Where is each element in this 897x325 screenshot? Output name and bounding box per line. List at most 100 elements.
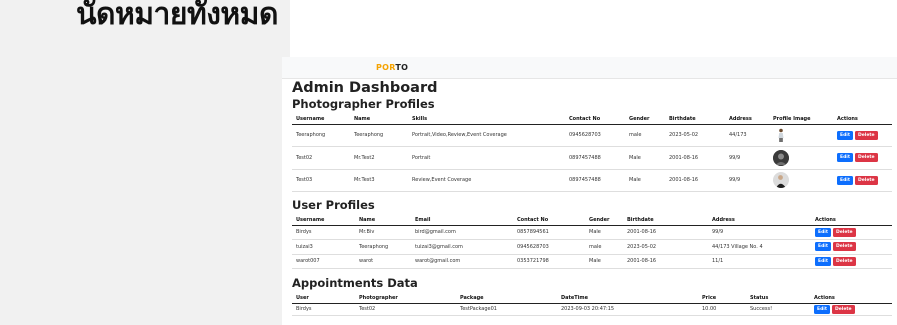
cell-username: tuizai3 [292, 239, 355, 255]
cell-actions: Edit Delete [811, 239, 892, 255]
column-header: Photographer [355, 293, 456, 304]
cell-address: 11/1 [708, 254, 811, 269]
cell-gender: Male [585, 225, 623, 240]
cell-name: Mr.Test2 [350, 146, 408, 170]
cell-email: tuizai3@gmail.com [411, 239, 513, 255]
cell-contact: 0945628703 [513, 239, 585, 255]
slide-title: นัดหมายทั้งหมด [76, 0, 278, 32]
cell-contact: 0353721798 [513, 254, 585, 269]
edit-button[interactable]: Edit [815, 242, 831, 252]
delete-button[interactable]: Delete [833, 242, 856, 252]
cell-name: warot [355, 254, 411, 269]
cell-price: 10.00 [698, 303, 746, 316]
column-header: Contact No [565, 114, 625, 125]
cell-gender: Male [625, 146, 665, 170]
column-header: Name [350, 114, 408, 125]
person-in-black-icon [773, 172, 789, 189]
table-row: Test02 Mr.Test2 Portrait 0897457488 Male… [292, 146, 892, 170]
table-row: warot007 warot warot@gmail.com 035372179… [292, 254, 892, 269]
cell-profile-image [769, 124, 833, 147]
cell-username: Teeraphong [292, 124, 350, 147]
column-header: User [292, 293, 355, 304]
column-header: Skills [408, 114, 565, 125]
cell-name: Mr.Test3 [350, 169, 408, 192]
cell-birthdate: 2001-08-16 [623, 254, 708, 269]
cell-name: Teeraphong [355, 239, 411, 255]
cell-email: warot@gmail.com [411, 254, 513, 269]
cell-contact: 0945628703 [565, 124, 625, 147]
table-header-row: Username Name Email Contact No Gender Bi… [292, 215, 892, 226]
cell-gender: Male [585, 254, 623, 269]
cell-birthdate: 2001-08-16 [665, 146, 725, 170]
table-row: Birdys Mr.Biv bird@gmail.com 0857894561 … [292, 225, 892, 240]
delete-button[interactable]: Delete [855, 130, 878, 140]
column-header: Email [411, 215, 513, 226]
table-row: Test03 Mr.Test3 Review,Event Coverage 08… [292, 169, 892, 192]
dark-portrait-icon [773, 149, 789, 166]
column-header: Price [698, 293, 746, 304]
cell-address: 44/173 [725, 124, 769, 147]
cell-skills: Review,Event Coverage [408, 169, 565, 192]
column-header: Profile Image [769, 114, 833, 125]
cell-actions: Edit Delete [810, 303, 892, 316]
cell-profile-image [769, 169, 833, 192]
cell-actions: Edit Delete [833, 124, 892, 147]
delete-button[interactable]: Delete [855, 153, 878, 163]
cell-contact: 0897457488 [565, 169, 625, 192]
edit-button[interactable]: Edit [837, 153, 853, 163]
users-table: Username Name Email Contact No Gender Bi… [292, 215, 892, 269]
page-title: Admin Dashboard [292, 80, 438, 96]
column-header: Name [355, 215, 411, 226]
cell-status: Success! [746, 303, 810, 316]
table-row: tuizai3 Teeraphong tuizai3@gmail.com 094… [292, 239, 892, 255]
cell-contact: 0857894561 [513, 225, 585, 240]
delete-button[interactable]: Delete [832, 304, 855, 314]
cell-name: Teeraphong [350, 124, 408, 147]
cell-address: 44/173 Village No. 4 [708, 239, 811, 255]
cell-birthdate: 2001-08-16 [665, 169, 725, 192]
cell-gender: male [585, 239, 623, 255]
brand-part2: TO [395, 63, 409, 72]
table-row: Teeraphong Teeraphong Portrait,Video,Rev… [292, 124, 892, 147]
cell-birthdate: 2023-05-02 [623, 239, 708, 255]
cell-actions: Edit Delete [811, 254, 892, 269]
main-content: Admin Dashboard Photographer Profiles Us… [282, 80, 897, 316]
column-header: Status [746, 293, 810, 304]
navbar: PORTO [282, 57, 897, 79]
brand-logo[interactable]: PORTO [376, 63, 408, 72]
cell-skills: Portrait [408, 146, 565, 170]
cell-address: 99/9 [708, 225, 811, 240]
cell-username: Test03 [292, 169, 350, 192]
cell-contact: 0897457488 [565, 146, 625, 170]
dashboard-screenshot: PORTO Admin Dashboard Photographer Profi… [282, 57, 897, 325]
edit-button[interactable]: Edit [837, 130, 853, 140]
slide: นัดหมายทั้งหมด PORTO Admin Dashboard Pho… [0, 0, 897, 325]
table-header-row: Username Name Skills Contact No Gender B… [292, 114, 892, 125]
users-heading: User Profiles [292, 198, 375, 212]
cell-username: warot007 [292, 254, 355, 269]
cell-birthdate: 2023-05-02 [665, 124, 725, 147]
standing-person-icon [773, 127, 789, 144]
column-header: Birthdate [623, 215, 708, 226]
cell-skills: Portrait,Video,Review,Event Coverage [408, 124, 565, 147]
photographers-table: Username Name Skills Contact No Gender B… [292, 114, 892, 192]
cell-actions: Edit Delete [833, 169, 892, 192]
delete-button[interactable]: Delete [833, 256, 856, 266]
column-header: Actions [810, 293, 892, 304]
brand-part1: POR [376, 63, 396, 72]
edit-button[interactable]: Edit [815, 227, 831, 237]
delete-button[interactable]: Delete [833, 227, 856, 237]
edit-button[interactable]: Edit [814, 304, 830, 314]
edit-button[interactable]: Edit [815, 256, 831, 266]
column-header: Address [725, 114, 769, 125]
cell-birthdate: 2001-08-16 [623, 225, 708, 240]
photographers-heading: Photographer Profiles [292, 97, 435, 111]
column-header: Username [292, 114, 350, 125]
column-header: Actions [833, 114, 892, 125]
delete-button[interactable]: Delete [855, 175, 878, 185]
cell-user: Birdys [292, 303, 355, 316]
appointments-heading: Appointments Data [292, 276, 418, 290]
cell-name: Mr.Biv [355, 225, 411, 240]
column-header: DateTime [557, 293, 698, 304]
edit-button[interactable]: Edit [837, 175, 853, 185]
